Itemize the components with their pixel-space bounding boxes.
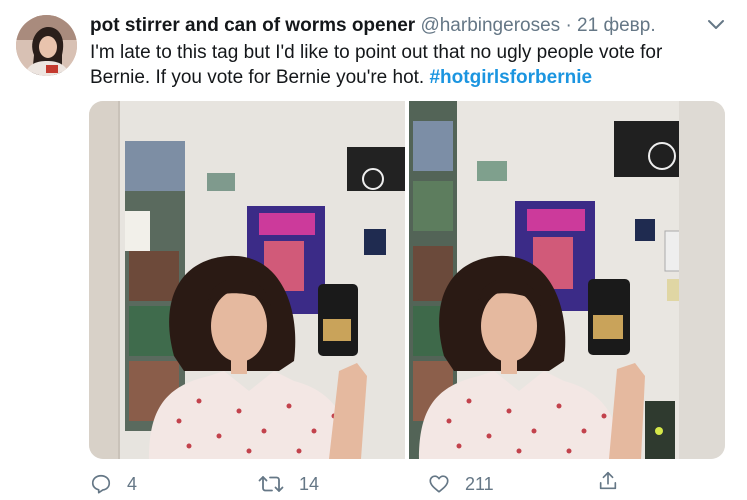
mirror-selfie-image — [89, 101, 405, 459]
reply-button[interactable]: 4 — [90, 470, 137, 498]
tweet-text: I'm late to this tag but I'd like to poi… — [90, 40, 720, 90]
like-count: 211 — [465, 474, 494, 494]
more-options-button[interactable] — [704, 12, 728, 36]
handle[interactable]: @harbingeroses — [420, 15, 560, 36]
timestamp[interactable]: 21 февр. — [577, 15, 656, 36]
retweet-icon — [258, 476, 284, 492]
chevron-down-icon — [708, 20, 724, 29]
share-button[interactable] — [597, 470, 619, 492]
separator: · — [565, 15, 572, 36]
tweet-actions: 4 14 211 — [0, 470, 747, 500]
photo-2[interactable] — [409, 101, 725, 459]
share-icon — [599, 471, 617, 490]
reply-icon — [91, 474, 111, 494]
mirror-selfie-image — [409, 101, 725, 459]
media-grid — [89, 101, 725, 459]
retweet-button[interactable]: 14 — [258, 470, 319, 498]
display-name[interactable]: pot stirrer and can of worms opener — [90, 15, 415, 36]
avatar-image — [16, 15, 77, 76]
photo-1[interactable] — [89, 101, 405, 459]
retweet-count: 14 — [299, 474, 320, 494]
tweet-header: pot stirrer and can of worms opener @har… — [90, 13, 656, 39]
hashtag-link[interactable]: #hotgirlsforbernie — [429, 67, 592, 88]
like-button[interactable]: 211 — [428, 470, 494, 498]
heart-icon — [429, 475, 449, 493]
reply-count: 4 — [127, 474, 138, 494]
avatar[interactable] — [16, 15, 77, 76]
